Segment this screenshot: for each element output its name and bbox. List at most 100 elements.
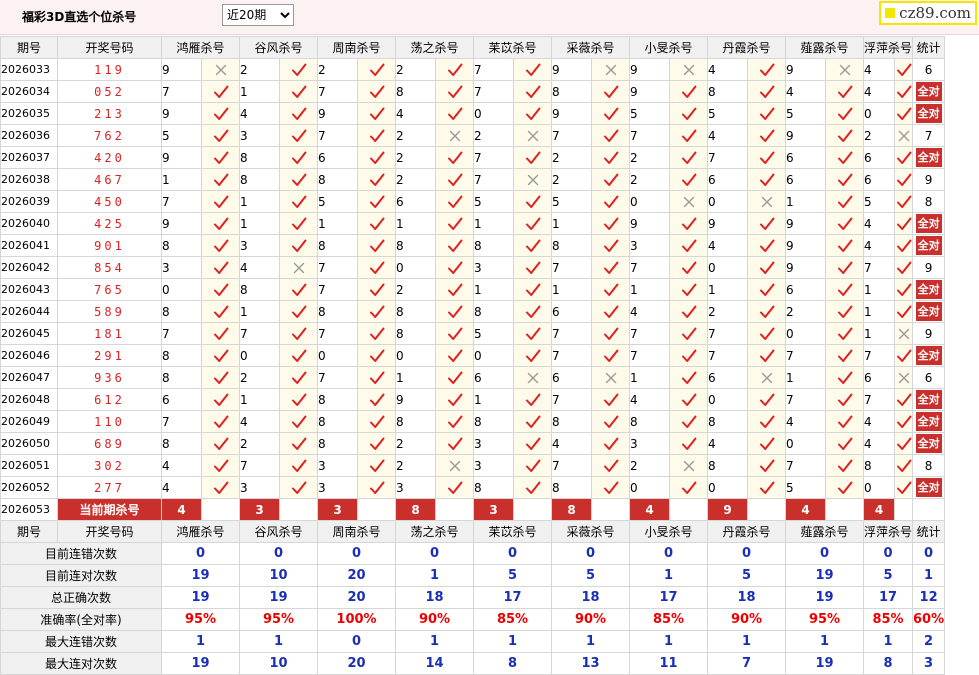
check-icon: [447, 282, 463, 298]
kill-number: 6: [785, 168, 826, 191]
correct-mark: [591, 454, 630, 477]
kill-number: 8: [395, 322, 436, 345]
kill-number: 8: [551, 80, 592, 103]
stat-value: 14: [395, 652, 474, 675]
stat-row: 准确率(全对率) 95% 95% 100% 90% 85% 90% 85% 90% 95% 85% 6…: [0, 608, 946, 631]
check-icon: [603, 326, 619, 342]
check-icon: [896, 194, 912, 210]
check-icon: [837, 326, 853, 342]
check-icon: [525, 414, 541, 430]
check-icon: [603, 392, 619, 408]
correct-mark: [669, 366, 708, 389]
cross-icon: [759, 194, 775, 210]
issue-number: 2026036: [0, 124, 58, 147]
stat-value: 100%: [317, 608, 396, 631]
kill-number: 8: [395, 410, 436, 433]
kill-number: 1: [161, 168, 202, 191]
stat-label: 目前连错次数: [0, 542, 162, 565]
current-issue: 2026053: [0, 498, 58, 521]
row-stat: 8: [912, 454, 946, 477]
check-icon: [759, 348, 775, 364]
kill-number: 1: [785, 190, 826, 213]
stat-value: 19: [161, 586, 240, 609]
kill-number: 7: [785, 344, 826, 367]
kill-number: 1: [863, 322, 895, 345]
correct-mark: [747, 344, 786, 367]
issue-number: 2026039: [0, 190, 58, 213]
kill-number: 1: [863, 300, 895, 323]
correct-mark: [669, 410, 708, 433]
kill-number: 7: [551, 344, 592, 367]
wrong-mark: [279, 256, 318, 279]
stat-value: 1: [912, 564, 946, 587]
brand-logo[interactable]: cz89.com: [879, 1, 977, 25]
check-icon: [447, 436, 463, 452]
check-icon: [759, 238, 775, 254]
correct-mark: [513, 476, 552, 499]
check-icon: [291, 150, 307, 166]
kill-number: 8: [317, 168, 358, 191]
kill-number: 9: [629, 212, 670, 235]
draw-number: 589: [57, 300, 162, 323]
correct-mark: [747, 300, 786, 323]
check-icon: [291, 216, 307, 232]
period-select[interactable]: 近20期: [222, 4, 294, 26]
stat-value: 18: [551, 586, 630, 609]
kill-number: 4: [395, 102, 436, 125]
kill-number: 0: [707, 190, 748, 213]
check-icon: [369, 326, 385, 342]
wrong-mark: [747, 366, 786, 389]
draw-number: 119: [57, 58, 162, 81]
top-header-row: 期号 开奖号码 鸿雁杀号 谷风杀号 周南杀号 荡之杀号 苿苡杀号 采薇杀号 小旻杀号 丹霞杀号 薤露…: [0, 36, 946, 59]
draw-number: 277: [57, 476, 162, 499]
check-icon: [681, 84, 697, 100]
correct-mark: [669, 80, 708, 103]
check-icon: [896, 260, 912, 276]
check-icon: [681, 128, 697, 144]
check-icon: [681, 480, 697, 496]
column-header: 苿苡杀号: [473, 520, 552, 543]
correct-mark: [357, 124, 396, 147]
correct-mark: [513, 432, 552, 455]
kill-number: 4: [863, 234, 895, 257]
correct-mark: [893, 300, 914, 323]
stat-value: 19: [785, 564, 864, 587]
kill-number: 5: [161, 124, 202, 147]
check-icon: [681, 392, 697, 408]
correct-mark: [201, 300, 240, 323]
current-row: 2026053 当前期杀号 4 3 3 8 3 8 4 9 4 4: [0, 498, 946, 521]
correct-mark: [513, 80, 552, 103]
correct-mark: [825, 344, 864, 367]
correct-mark: [893, 58, 914, 81]
current-blank: [825, 498, 864, 521]
kill-number: 3: [317, 476, 358, 499]
correct-mark: [669, 234, 708, 257]
check-icon: [291, 128, 307, 144]
current-kill-number: 8: [395, 498, 436, 521]
correct-mark: [201, 388, 240, 411]
check-icon: [447, 370, 463, 386]
issue-number: 2026043: [0, 278, 58, 301]
check-icon: [447, 106, 463, 122]
check-icon: [213, 370, 229, 386]
kill-number: 4: [707, 58, 748, 81]
correct-mark: [435, 146, 474, 169]
check-icon: [213, 216, 229, 232]
correct-mark: [357, 190, 396, 213]
check-icon: [759, 106, 775, 122]
check-icon: [759, 436, 775, 452]
kill-number: 4: [863, 432, 895, 455]
correct-mark: [513, 454, 552, 477]
stat-value: 17: [473, 586, 552, 609]
correct-mark: [669, 168, 708, 191]
correct-mark: [435, 476, 474, 499]
current-kill-number: 8: [551, 498, 592, 521]
stat-value: 0: [239, 542, 318, 565]
stat-value: 85%: [862, 608, 914, 631]
check-icon: [603, 128, 619, 144]
row-stat: 8: [912, 190, 946, 213]
column-header: 丹霞杀号: [707, 520, 786, 543]
kill-number: 7: [239, 454, 280, 477]
current-kill-number: 4: [785, 498, 826, 521]
check-icon: [896, 84, 912, 100]
